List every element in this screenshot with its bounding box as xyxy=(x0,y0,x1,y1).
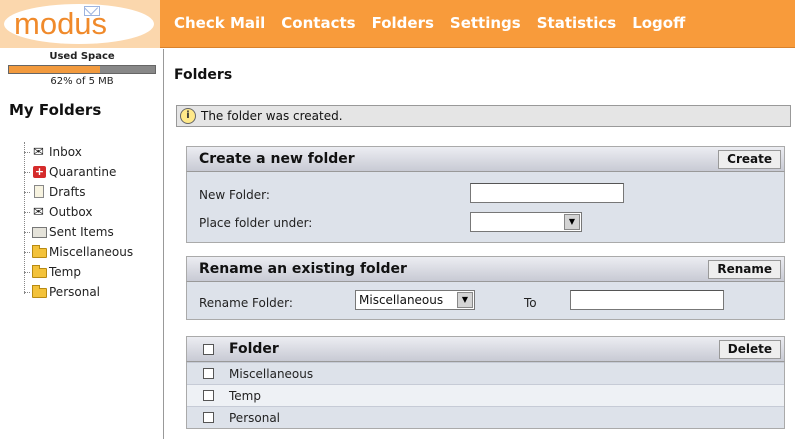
select-all-checkbox[interactable] xyxy=(203,344,214,355)
folder-name: Personal xyxy=(229,411,281,425)
folder-column-header: Folder xyxy=(229,341,279,357)
envelope-icon xyxy=(84,6,100,16)
to-label: To xyxy=(524,296,537,310)
nav-settings[interactable]: Settings xyxy=(450,14,521,32)
folder-inbox[interactable]: ✉ Inbox xyxy=(24,142,82,162)
sidebar: Used Space 62% of 5 MB My Folders ✉ Inbox… xyxy=(0,49,164,439)
folder-drafts[interactable]: Drafts xyxy=(24,182,86,202)
new-folder-input[interactable] xyxy=(470,183,624,203)
row-checkbox[interactable] xyxy=(203,390,214,401)
outbox-icon: ✉ xyxy=(33,205,44,220)
folder-quarantine[interactable]: + Quarantine xyxy=(24,162,116,182)
quarantine-icon: + xyxy=(33,165,46,178)
delete-button[interactable]: Delete xyxy=(718,340,781,359)
nav-logoff[interactable]: Logoff xyxy=(632,14,685,32)
folder-temp[interactable]: Temp xyxy=(24,262,81,282)
table-row: Miscellaneous xyxy=(187,362,784,384)
table-row: Personal xyxy=(187,406,784,428)
folder-sent-items[interactable]: Sent Items xyxy=(24,222,114,242)
folder-icon xyxy=(31,285,48,299)
rename-folder-label: Rename Folder: xyxy=(199,296,293,310)
row-checkbox[interactable] xyxy=(203,412,214,423)
used-space-text: 62% of 5 MB xyxy=(50,76,114,87)
folder-name: Temp xyxy=(229,389,261,403)
folder-outbox[interactable]: ✉ Outbox xyxy=(24,202,92,222)
nav-check-mail[interactable]: Check Mail xyxy=(174,14,265,32)
new-folder-label: New Folder: xyxy=(199,188,270,202)
folder-list-header: Folder Delete xyxy=(186,336,785,362)
nav-contacts[interactable]: Contacts xyxy=(281,14,355,32)
place-folder-under-select[interactable]: ▼ xyxy=(470,212,582,232)
my-folders-title: My Folders xyxy=(9,101,102,119)
create-folder-panel: Create a new folder Create New Folder: P… xyxy=(186,146,785,243)
create-folder-header: Create a new folder Create xyxy=(186,146,785,172)
main-nav: Check Mail Contacts Folders Settings Sta… xyxy=(174,14,701,32)
place-folder-under-label: Place folder under: xyxy=(199,216,313,230)
rename-folder-title: Rename an existing folder xyxy=(199,261,407,277)
used-space-fill xyxy=(9,66,100,73)
rename-to-input[interactable] xyxy=(570,290,724,310)
sent-items-icon xyxy=(31,225,48,239)
main-content: Folders i The folder was created. Create… xyxy=(172,49,795,439)
folder-icon xyxy=(31,245,48,259)
used-space-bar xyxy=(8,65,156,74)
page-title: Folders xyxy=(174,67,233,83)
rename-folder-header: Rename an existing folder Rename xyxy=(186,256,785,282)
top-bar: modus Check Mail Contacts Folders Settin… xyxy=(0,0,795,48)
create-button[interactable]: Create xyxy=(718,150,781,169)
rename-folder-panel: Rename an existing folder Rename Rename … xyxy=(186,256,785,320)
used-space-label: Used Space xyxy=(49,51,115,62)
chevron-down-icon[interactable]: ▼ xyxy=(564,214,580,230)
chevron-down-icon[interactable]: ▼ xyxy=(457,292,473,308)
create-folder-title: Create a new folder xyxy=(199,151,355,167)
nav-folders[interactable]: Folders xyxy=(372,14,434,32)
info-icon: i xyxy=(180,108,196,124)
folder-name: Miscellaneous xyxy=(229,367,314,381)
folder-list-panel: Folder Delete Miscellaneous Temp Persona… xyxy=(186,336,785,429)
logo: modus xyxy=(0,0,160,48)
nav-statistics[interactable]: Statistics xyxy=(537,14,616,32)
inbox-icon: ✉ xyxy=(33,145,44,160)
row-checkbox[interactable] xyxy=(203,368,214,379)
folder-icon xyxy=(31,265,48,279)
folder-personal[interactable]: Personal xyxy=(24,282,100,302)
table-row: Temp xyxy=(187,384,784,406)
drafts-icon xyxy=(31,185,48,199)
rename-button[interactable]: Rename xyxy=(708,260,781,279)
status-notice: i The folder was created. xyxy=(176,105,791,127)
folder-miscellaneous[interactable]: Miscellaneous xyxy=(24,242,133,262)
notice-text: The folder was created. xyxy=(201,109,343,123)
rename-folder-select[interactable]: Miscellaneous ▼ xyxy=(355,290,475,310)
